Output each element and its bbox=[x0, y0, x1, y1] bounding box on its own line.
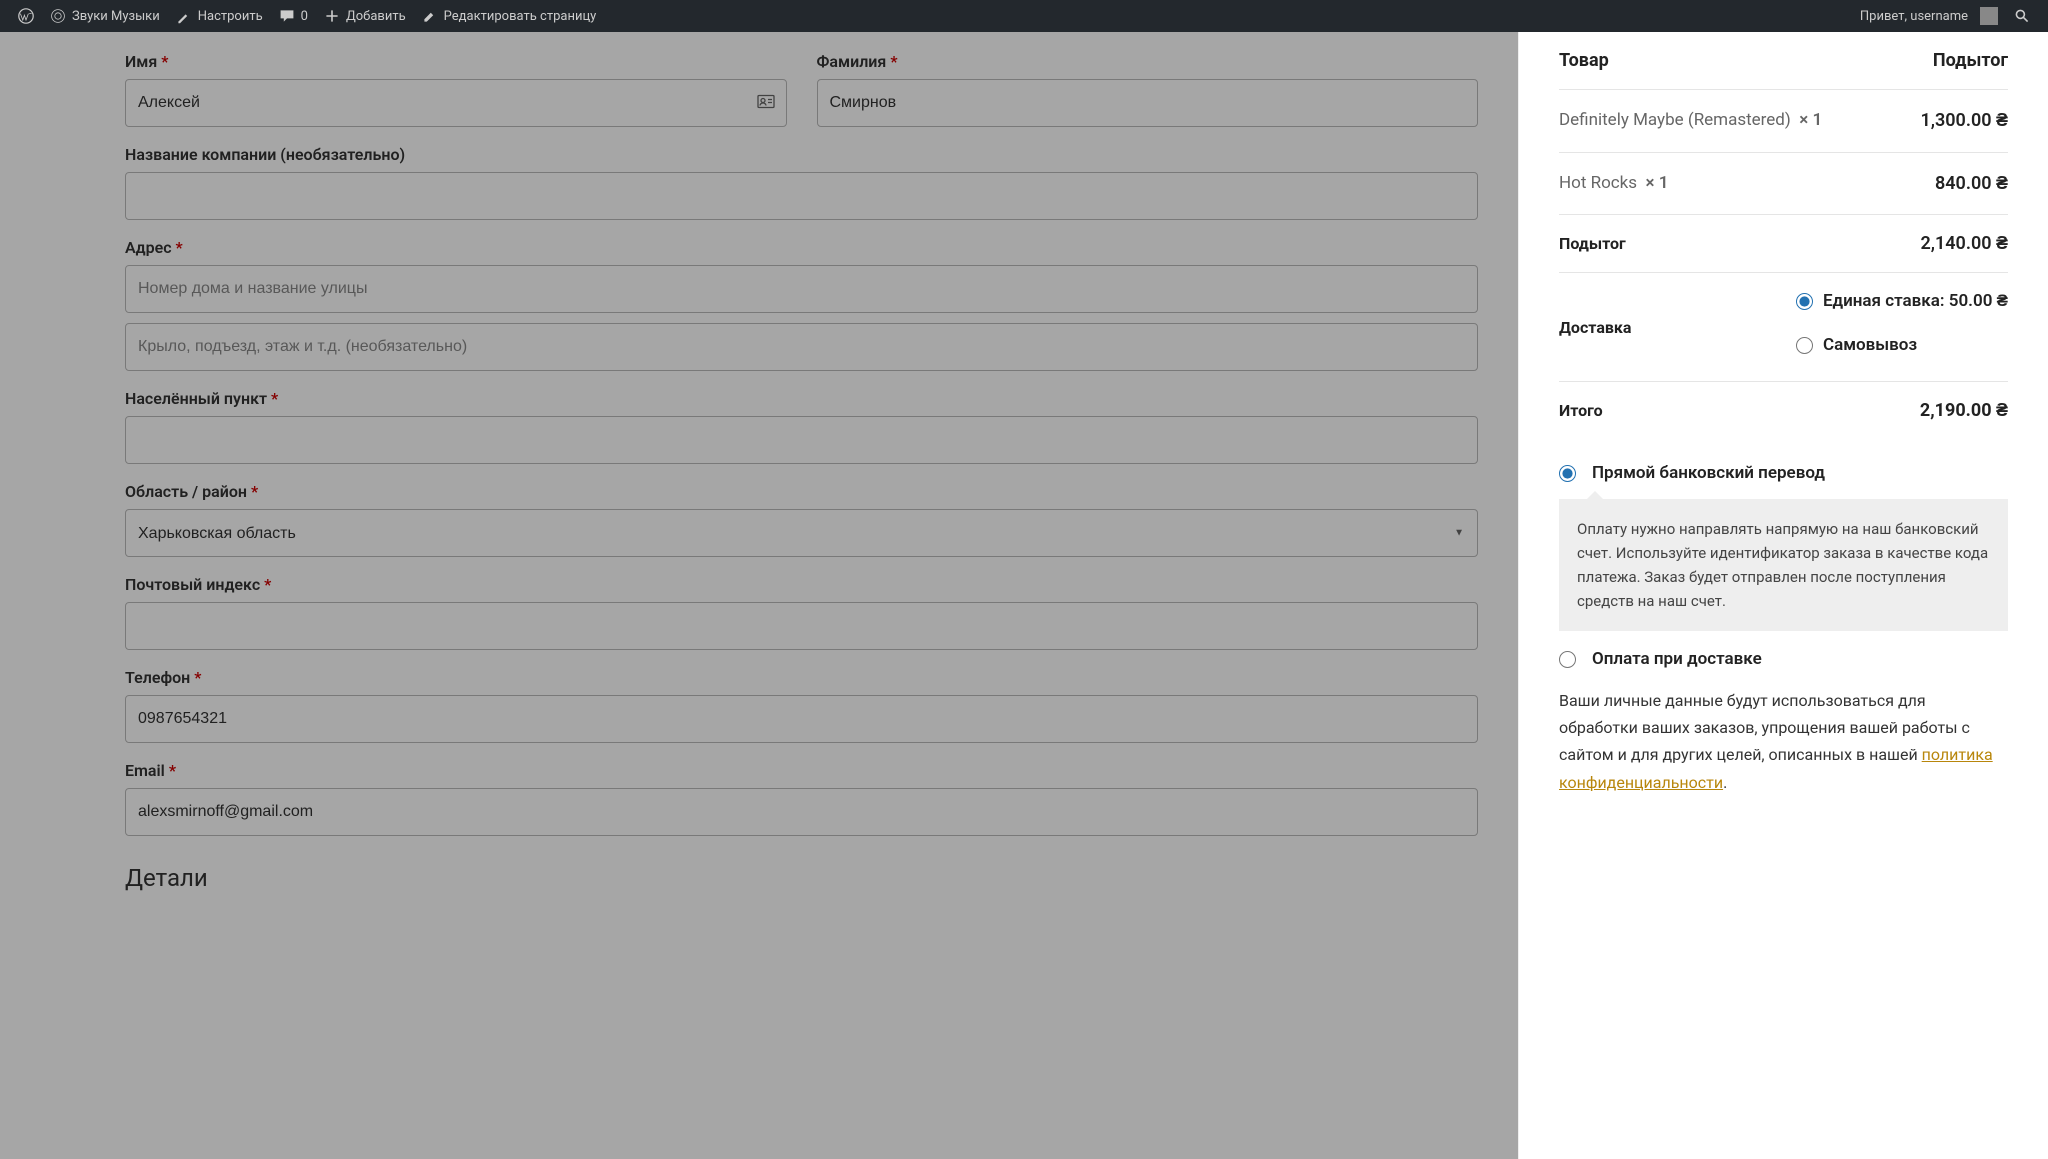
customize-link[interactable]: Настроить bbox=[168, 0, 271, 32]
total-value: 2,190.00 ₴ bbox=[1920, 400, 2008, 421]
total-label: Итого bbox=[1559, 401, 1603, 420]
payment-desc: Оплату нужно направлять напрямую на наш … bbox=[1559, 499, 2008, 631]
postcode-input[interactable] bbox=[125, 602, 1478, 650]
col-subtotal: Подытог bbox=[1933, 50, 2008, 71]
region-select[interactable]: Харьковская область bbox=[125, 509, 1478, 557]
add-new-link[interactable]: Добавить bbox=[316, 0, 414, 32]
search-icon[interactable] bbox=[2006, 0, 2038, 32]
site-name: Звуки Музыки bbox=[72, 9, 160, 24]
subtotal-value: 2,140.00 ₴ bbox=[1920, 233, 2008, 254]
privacy-text: Ваши личные данные будут использоваться … bbox=[1559, 687, 2008, 796]
wp-admin-bar: Звуки Музыки Настроить 0 Добавить Редакт… bbox=[0, 0, 2048, 32]
city-label: Населённый пункт * bbox=[125, 389, 1478, 408]
order-item: Hot Rocks × 1 840.00 ₴ bbox=[1559, 153, 2008, 216]
last-name-input[interactable] bbox=[817, 79, 1479, 127]
details-heading: Детали bbox=[125, 864, 1478, 892]
avatar bbox=[1980, 7, 1998, 25]
phone-label: Телефон * bbox=[125, 668, 1478, 687]
order-summary: Товар Подытог Definitely Maybe (Remaster… bbox=[1518, 32, 2048, 1159]
shipping-label: Доставка bbox=[1559, 318, 1632, 337]
email-label: Email * bbox=[125, 761, 1478, 780]
company-input[interactable] bbox=[125, 172, 1478, 220]
company-label: Название компании (необязательно) bbox=[125, 145, 1478, 164]
site-name-link[interactable]: Звуки Музыки bbox=[42, 0, 168, 32]
address1-input[interactable] bbox=[125, 265, 1478, 313]
wp-logo[interactable] bbox=[10, 0, 42, 32]
address2-input[interactable] bbox=[125, 323, 1478, 371]
last-name-label: Фамилия * bbox=[817, 52, 1479, 71]
contact-card-icon bbox=[757, 94, 775, 113]
user-greeting-link[interactable]: Привет, username bbox=[1852, 0, 2006, 32]
order-item: Definitely Maybe (Remastered) × 1 1,300.… bbox=[1559, 90, 2008, 153]
phone-input[interactable] bbox=[125, 695, 1478, 743]
address-label: Адрес * bbox=[125, 238, 1478, 257]
first-name-input[interactable] bbox=[125, 79, 787, 127]
shipping-flatrate[interactable]: Единая ставка: 50.00 ₴ bbox=[1796, 291, 2008, 311]
city-input[interactable] bbox=[125, 416, 1478, 464]
email-input[interactable] bbox=[125, 788, 1478, 836]
col-product: Товар bbox=[1559, 50, 1609, 71]
edit-page-link[interactable]: Редактировать страницу bbox=[414, 0, 605, 32]
payment-bank-transfer[interactable]: Прямой банковский перевод bbox=[1559, 463, 2008, 483]
comments-link[interactable]: 0 bbox=[271, 0, 316, 32]
postcode-label: Почтовый индекс * bbox=[125, 575, 1478, 594]
chevron-down-icon: ▼ bbox=[1454, 528, 1464, 539]
region-label: Область / район * bbox=[125, 482, 1478, 501]
shipping-pickup[interactable]: Самовывоз bbox=[1796, 335, 2008, 355]
subtotal-label: Подытог bbox=[1559, 234, 1626, 253]
billing-form: Имя * Фамилия * Название компании (необя… bbox=[0, 32, 1518, 1159]
payment-cod[interactable]: Оплата при доставке bbox=[1559, 649, 2008, 669]
first-name-label: Имя * bbox=[125, 52, 787, 71]
